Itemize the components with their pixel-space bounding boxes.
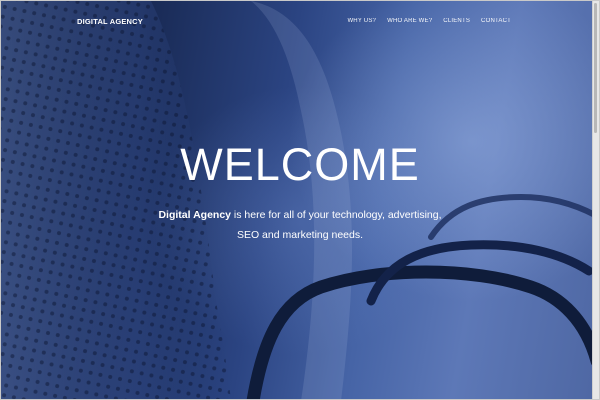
scrollbar-thumb[interactable]	[594, 3, 597, 133]
brand-logo[interactable]: DIGITAL AGENCY	[77, 17, 143, 26]
nav-item-who-are-we[interactable]: WHO ARE WE?	[387, 18, 432, 24]
hero-content: WELCOME Digital Agency is here for all o…	[1, 139, 599, 245]
hero-description-text: is here for all of your technology, adve…	[231, 209, 442, 241]
browser-viewport: DIGITAL AGENCY WHY US? WHO ARE WE? CLIEN…	[0, 0, 600, 400]
hero-description: Digital Agency is here for all of your t…	[150, 205, 450, 245]
nav-item-why-us[interactable]: WHY US?	[347, 18, 376, 24]
hero-title: WELCOME	[180, 139, 420, 190]
hero-brand-name: Digital Agency	[158, 209, 232, 221]
nav-item-contact[interactable]: CONTACT	[481, 18, 511, 24]
main-menu: WHY US? WHO ARE WE? CLIENTS CONTACT	[347, 18, 511, 24]
nav-item-clients[interactable]: CLIENTS	[443, 18, 470, 24]
page-scrollbar[interactable]	[592, 1, 599, 399]
top-navigation: DIGITAL AGENCY WHY US? WHO ARE WE? CLIEN…	[1, 1, 599, 43]
